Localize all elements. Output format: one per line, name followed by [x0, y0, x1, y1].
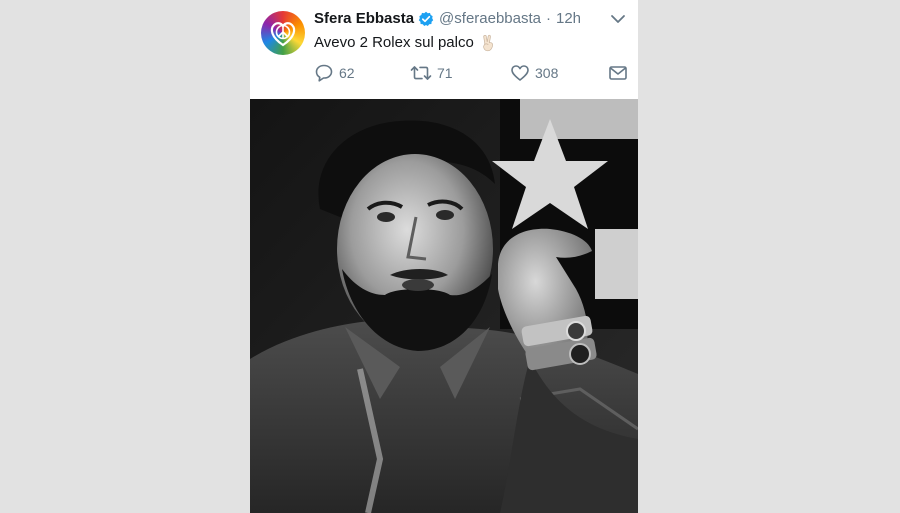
avatar[interactable] — [261, 11, 305, 55]
author-name[interactable]: Sfera Ebbasta — [314, 9, 414, 29]
direct-message-button[interactable] — [608, 62, 633, 84]
tweet-card[interactable]: Sfera Ebbasta @sferaebbasta · 12h Avevo … — [250, 0, 638, 513]
author-handle[interactable]: @sferaebbasta — [439, 9, 541, 29]
mail-icon — [609, 66, 627, 80]
timestamp[interactable]: 12h — [556, 9, 581, 29]
retweet-icon — [410, 66, 432, 80]
tweet-text: Avevo 2 Rolex sul palco — [314, 33, 496, 53]
victory-hand-icon — [480, 34, 496, 52]
peace-heart-icon — [270, 22, 296, 47]
like-count: 308 — [535, 65, 559, 81]
separator-dot: · — [546, 10, 551, 27]
retweet-button[interactable]: 71 — [410, 62, 453, 84]
tweet-photo[interactable] — [250, 99, 638, 513]
like-icon — [511, 65, 529, 81]
reply-button[interactable]: 62 — [314, 62, 355, 84]
tweet-text-content: Avevo 2 Rolex sul palco — [314, 34, 474, 51]
tweet-header: Sfera Ebbasta @sferaebbasta · 12h — [314, 9, 581, 29]
like-button[interactable]: 308 — [510, 62, 558, 84]
photo-portrait — [250, 99, 638, 513]
verified-badge-icon — [418, 11, 434, 27]
reply-count: 62 — [339, 65, 355, 81]
tweet-actions: 62 71 308 — [314, 62, 630, 84]
reply-icon — [315, 64, 333, 82]
retweet-count: 71 — [437, 65, 453, 81]
chevron-down-icon — [611, 15, 625, 23]
more-options-button[interactable] — [608, 10, 628, 28]
